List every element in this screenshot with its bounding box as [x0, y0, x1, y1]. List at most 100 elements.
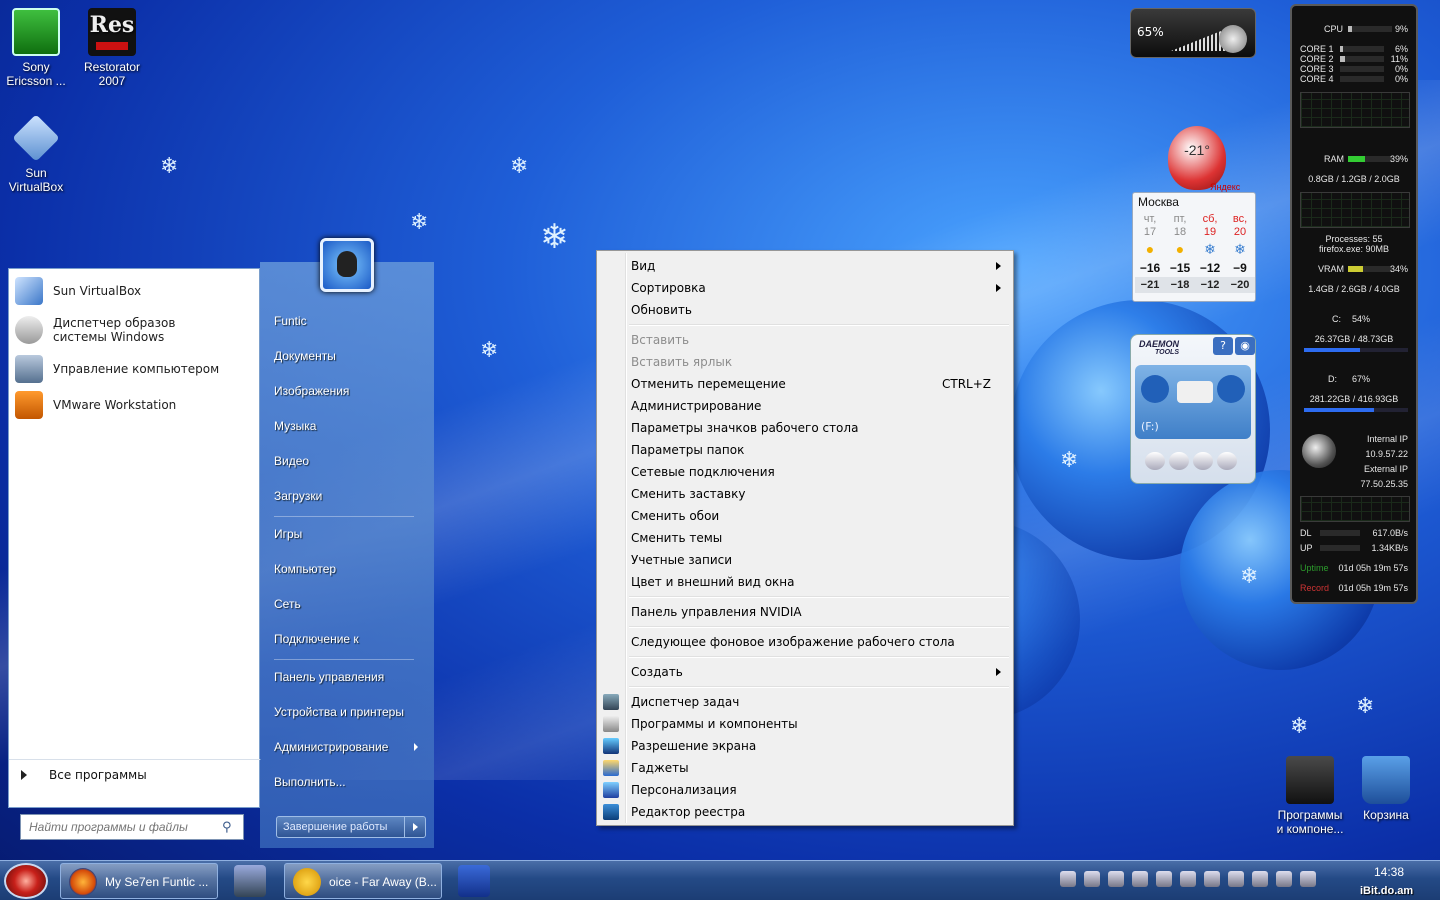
top-process: firefox.exe: 90MB: [1318, 244, 1390, 254]
taskbar-button-aimp[interactable]: oice - Far Away (B...: [284, 863, 442, 899]
daemon-toolbar: [1145, 452, 1241, 473]
start-link-run[interactable]: Выполнить...: [274, 775, 346, 789]
vram-detail: 1.4GB / 2.6GB / 4.0GB: [1308, 284, 1400, 294]
help-button[interactable]: ?: [1213, 337, 1233, 355]
desktop-icon-recycle-bin[interactable]: Корзина: [1350, 756, 1422, 822]
desktop-icon-virtualbox[interactable]: Sun VirtualBox: [0, 114, 72, 194]
desktop-icon-sony-ericsson[interactable]: Sony Ericsson ...: [0, 8, 72, 88]
ctx-next-background[interactable]: Следующее фоновое изображение рабочего с…: [599, 631, 1011, 653]
ctx-user-accounts[interactable]: Учетные записи: [599, 549, 1011, 571]
start-search-input[interactable]: [20, 814, 244, 840]
start-link-computer[interactable]: Компьютер: [274, 562, 336, 576]
user-avatar[interactable]: [320, 238, 374, 292]
desktop-icon-programs[interactable]: Программы и компоне...: [1274, 756, 1346, 836]
ctx-programs-features[interactable]: Программы и компоненты: [599, 713, 1011, 735]
tray-language-icon[interactable]: [1300, 871, 1316, 887]
start-item-virtualbox[interactable]: Sun VirtualBox: [9, 273, 259, 309]
rss-icon[interactable]: ◉: [1235, 337, 1255, 355]
core-row: CORE 2 11%: [1300, 54, 1408, 64]
sun-icon: ●: [1175, 241, 1185, 257]
ctx-change-screensaver[interactable]: Сменить заставку: [599, 483, 1011, 505]
unmount-icon[interactable]: [1217, 452, 1237, 470]
ctx-paste-shortcut[interactable]: Вставить ярлык: [599, 351, 1011, 373]
ctx-screen-resolution[interactable]: Разрешение экрана: [599, 735, 1011, 757]
ctx-view[interactable]: Вид: [599, 255, 1011, 277]
ctx-paste[interactable]: Вставить: [599, 329, 1011, 351]
settings-icon[interactable]: [1217, 375, 1245, 403]
weather-gadget[interactable]: Москва чт, 17 ● −16 −21 пт, 18 ● −15 −18…: [1132, 192, 1256, 302]
drive-icon: [1177, 381, 1213, 403]
play-icon[interactable]: [1141, 375, 1169, 403]
mount-icon[interactable]: [1193, 452, 1213, 470]
start-item-computer-management[interactable]: Управление компьютером: [9, 351, 259, 387]
start-link-connect-to[interactable]: Подключение к: [274, 632, 359, 646]
ctx-refresh[interactable]: Обновить: [599, 299, 1011, 321]
core-row: CORE 4 0%: [1300, 74, 1408, 84]
ctx-change-themes[interactable]: Сменить темы: [599, 527, 1011, 549]
tray-arrow-icon[interactable]: [1060, 871, 1076, 887]
virtual-drive[interactable]: (F:): [1135, 365, 1251, 439]
shutdown-button[interactable]: Завершение работы: [276, 816, 426, 838]
start-link-user[interactable]: Funtic: [274, 314, 307, 328]
taskbar-clock[interactable]: 14:38: [1374, 865, 1404, 879]
tray-antivirus-icon[interactable]: [1108, 871, 1124, 887]
ctx-separator: [599, 593, 1011, 601]
tray-app-icon[interactable]: [1156, 871, 1172, 887]
ctx-folder-options[interactable]: Параметры папок: [599, 439, 1011, 461]
vmware-icon: [15, 391, 43, 419]
floppy-disk-icon[interactable]: [458, 865, 490, 897]
all-programs-button[interactable]: Все программы: [9, 759, 261, 789]
start-button[interactable]: [4, 863, 48, 899]
weather-city: Москва: [1138, 195, 1179, 209]
watermark: iBit.do.am: [1360, 885, 1414, 897]
start-link-downloads[interactable]: Загрузки: [274, 489, 322, 503]
taskbar-button-firefox[interactable]: My Se7en Funtic ...: [60, 863, 218, 899]
desktop-context-menu: Вид Сортировка Обновить Вставить Вставит…: [596, 250, 1014, 826]
tray-drive-icon[interactable]: [1228, 871, 1244, 887]
start-link-documents[interactable]: Документы: [274, 349, 336, 363]
ctx-gadgets[interactable]: Гаджеты: [599, 757, 1011, 779]
ctx-create[interactable]: Создать: [599, 661, 1011, 683]
desktop-icon-restorator[interactable]: Res Restorator 2007: [76, 8, 148, 88]
ctx-registry-editor[interactable]: Редактор реестра: [599, 801, 1011, 823]
tray-update-icon[interactable]: [1084, 871, 1100, 887]
start-link-pictures[interactable]: Изображения: [274, 384, 349, 398]
start-link-music[interactable]: Музыка: [274, 419, 316, 433]
ctx-desktop-icon-settings[interactable]: Параметры значков рабочего стола: [599, 417, 1011, 439]
speaker-icon[interactable]: [1219, 25, 1247, 53]
open-folder-icon[interactable]: [1169, 452, 1189, 470]
tray-safely-remove-icon[interactable]: [1276, 871, 1292, 887]
start-link-network[interactable]: Сеть: [274, 597, 301, 611]
ctx-nvidia-control-panel[interactable]: Панель управления NVIDIA: [599, 601, 1011, 623]
ctx-task-manager[interactable]: Диспетчер задач: [599, 691, 1011, 713]
start-link-games[interactable]: Игры: [274, 527, 302, 541]
tray-display-icon[interactable]: [1204, 871, 1220, 887]
start-item-image-manager[interactable]: Диспетчер образов системы Windows: [9, 309, 259, 351]
tray-volume-icon[interactable]: [1252, 871, 1268, 887]
start-link-video[interactable]: Видео: [274, 454, 309, 468]
ram-row: RAM 39%: [1324, 154, 1408, 164]
volume-gadget[interactable]: 65%: [1130, 8, 1256, 58]
search-icon[interactable]: ⚲: [222, 820, 236, 835]
add-image-icon[interactable]: [1145, 452, 1165, 470]
ctx-sort[interactable]: Сортировка: [599, 277, 1011, 299]
monitor-app-icon[interactable]: [234, 865, 266, 897]
ctx-separator: [599, 653, 1011, 661]
start-item-vmware[interactable]: VMware Workstation: [9, 387, 259, 423]
ctx-undo-move[interactable]: Отменить перемещение CTRL+Z: [599, 373, 1011, 395]
ctx-window-color[interactable]: Цвет и внешний вид окна: [599, 571, 1011, 593]
shutdown-options-icon[interactable]: [413, 823, 418, 831]
start-link-devices-printers[interactable]: Устройства и принтеры: [274, 705, 404, 719]
ctx-personalization[interactable]: Персонализация: [599, 779, 1011, 801]
weather-balloon-icon: -21°: [1168, 126, 1226, 190]
tray-video-icon[interactable]: [1132, 871, 1148, 887]
ctx-network-connections[interactable]: Сетевые подключения: [599, 461, 1011, 483]
external-ip-label: External IP: [1363, 464, 1408, 474]
ctx-separator: [599, 321, 1011, 329]
start-link-administration[interactable]: Администрирование: [274, 740, 388, 754]
tray-network-icon[interactable]: [1180, 871, 1196, 887]
ctx-administration[interactable]: Администрирование: [599, 395, 1011, 417]
ctx-change-wallpaper[interactable]: Сменить обои: [599, 505, 1011, 527]
start-separator: [274, 516, 414, 517]
start-link-control-panel[interactable]: Панель управления: [274, 670, 384, 684]
